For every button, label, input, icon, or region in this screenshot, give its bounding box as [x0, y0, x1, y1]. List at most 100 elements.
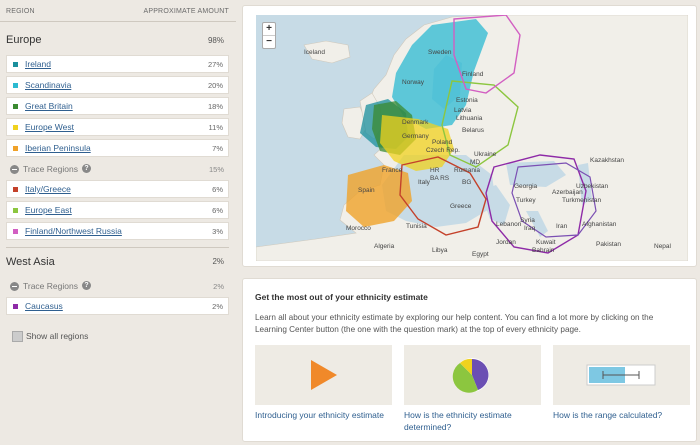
map-place-label: Iran [556, 223, 568, 230]
map-place-label: Nepal [654, 243, 671, 250]
map-place-label: Turkmenistan [562, 197, 602, 204]
info-body: Learn all about your ethnicity estimate … [255, 313, 654, 334]
map-place-label: Greece [450, 203, 472, 210]
zoom-control: + − [262, 22, 276, 49]
range-card[interactable] [553, 345, 690, 405]
color-swatch-icon [13, 104, 18, 109]
map-place-label: Bahrain [532, 247, 555, 254]
ethnicity-name-link[interactable]: Scandinavia [25, 80, 71, 90]
map-place-label: Afghanistan [582, 221, 617, 228]
ethnicity-pct: 27% [207, 60, 223, 69]
range-bar-icon [586, 364, 656, 386]
ethnicity-row[interactable]: Caucasus 2% [6, 297, 229, 315]
trace-regions-pct: 2% [213, 282, 224, 291]
ethnicity-row[interactable]: Europe East 6% [6, 201, 229, 219]
region-column-label: REGION [6, 8, 35, 15]
amount-column-label: APPROXIMATE AMOUNT [143, 8, 229, 15]
map-place-label: Norway [402, 79, 425, 86]
map-place-label: Kuwait [536, 239, 556, 246]
ethnicity-row[interactable]: Finland/Northwest Russia 3% [6, 222, 229, 240]
map-place-label: Spain [358, 187, 375, 194]
map-place-label: Syria [520, 217, 535, 224]
ethnicity-row[interactable]: Europe West 11% [6, 118, 229, 136]
map-place-label: Sweden [428, 49, 452, 56]
ethnicity-pct: 11% [208, 123, 223, 132]
collapse-icon [10, 165, 19, 174]
ethnicity-row[interactable]: Iberian Peninsula 7% [6, 139, 229, 157]
map-place-label: Libya [432, 247, 448, 254]
region-west-asia-pct: 2% [212, 257, 224, 266]
zoom-out-button[interactable]: − [263, 36, 275, 49]
ethnicity-name-link[interactable]: Iberian Peninsula [25, 143, 91, 153]
ethnicity-name-link[interactable]: Europe East [25, 205, 72, 215]
map-place-label: Belarus [462, 127, 485, 134]
ethnicity-row[interactable]: Scandinavia 20% [6, 76, 229, 94]
help-info-panel: Get the most out of your ethnicity estim… [242, 278, 697, 442]
europe-trace-regions-toggle[interactable]: Trace Regions ? 15% [6, 163, 229, 177]
info-heading: Get the most out of your ethnicity estim… [255, 292, 428, 302]
region-west-asia-title: West Asia [6, 256, 55, 268]
map-place-label: Italy [418, 179, 430, 186]
map-place-label: Latvia [454, 107, 472, 114]
ethnicity-name-link[interactable]: Italy/Greece [25, 184, 71, 194]
map-place-label: Denmark [402, 119, 429, 126]
map-place-label: BA RS [430, 175, 450, 182]
map-place-label: Turkey [516, 197, 536, 204]
map-place-label: Pakistan [596, 241, 621, 248]
ethnicity-row[interactable]: Italy/Greece 6% [6, 180, 229, 198]
pie-chart-icon [452, 358, 489, 393]
ethnicity-pct: 6% [212, 185, 223, 194]
color-swatch-icon [13, 146, 18, 151]
map-place-label: Jordan [496, 239, 516, 246]
collapse-icon [10, 282, 19, 291]
ethnicity-pct: 3% [212, 227, 223, 236]
color-swatch-icon [13, 229, 18, 234]
ethnicity-name-link[interactable]: Finland/Northwest Russia [25, 226, 122, 236]
ethnicity-pct: 6% [212, 206, 223, 215]
card-link-range[interactable]: How is the range calculated? [553, 409, 690, 421]
color-swatch-icon [13, 304, 18, 309]
map-place-label: Germany [402, 133, 429, 140]
show-all-regions-label: Show all regions [26, 331, 89, 341]
map-place-label: Finland [462, 71, 484, 78]
color-swatch-icon [13, 62, 18, 67]
map-place-label: Iraq [524, 225, 536, 232]
ethnicity-map[interactable]: Iceland Sweden Finland Norway Estonia Latvia L… [256, 15, 688, 261]
checkbox-icon[interactable] [12, 331, 23, 342]
ethnicity-pct: 7% [212, 144, 223, 153]
ethnicity-name-link[interactable]: Caucasus [25, 301, 63, 311]
card-link-introducing[interactable]: Introducing your ethnicity estimate [255, 409, 392, 421]
ethnicity-name-link[interactable]: Ireland [25, 59, 51, 69]
map-place-label: Lithuania [456, 115, 483, 122]
ethnicity-name-link[interactable]: Great Britain [25, 101, 73, 111]
map-place-label: Romania [454, 167, 481, 174]
map-place-label: Egypt [472, 251, 489, 258]
region-divider [6, 247, 229, 248]
map-place-label: Morocco [346, 225, 371, 232]
map-place-label: Iceland [304, 49, 325, 56]
ethnicity-name-link[interactable]: Europe West [25, 122, 74, 132]
map-place-label: Poland [432, 139, 453, 146]
color-swatch-icon [13, 187, 18, 192]
map-place-label: MD [470, 159, 481, 166]
trace-regions-label: Trace Regions [23, 164, 78, 174]
ethnicity-regions-panel: REGION APPROXIMATE AMOUNT Europe 98% Ire… [0, 0, 236, 445]
color-swatch-icon [13, 208, 18, 213]
region-europe-pct: 98% [207, 36, 224, 45]
video-card[interactable] [255, 345, 392, 405]
help-icon[interactable]: ? [82, 281, 91, 290]
west-asia-trace-regions-toggle[interactable]: Trace Regions ? 2% [6, 280, 229, 294]
ethnicity-pct: 2% [212, 302, 223, 311]
ethnicity-row[interactable]: Ireland 27% [6, 55, 229, 73]
help-icon[interactable]: ? [82, 164, 91, 173]
region-europe-title: Europe [6, 34, 42, 46]
color-swatch-icon [13, 125, 18, 130]
card-link-determined[interactable]: How is the ethnicity estimate determined… [404, 409, 541, 433]
ethnicity-pct: 18% [207, 102, 223, 111]
zoom-in-button[interactable]: + [263, 23, 275, 36]
estimate-card[interactable] [404, 345, 541, 405]
map-place-label: Kazakhstan [590, 157, 624, 164]
ethnicity-row[interactable]: Great Britain 18% [6, 97, 229, 115]
map-place-label: BG [462, 179, 472, 186]
trace-regions-label: Trace Regions [23, 281, 78, 291]
